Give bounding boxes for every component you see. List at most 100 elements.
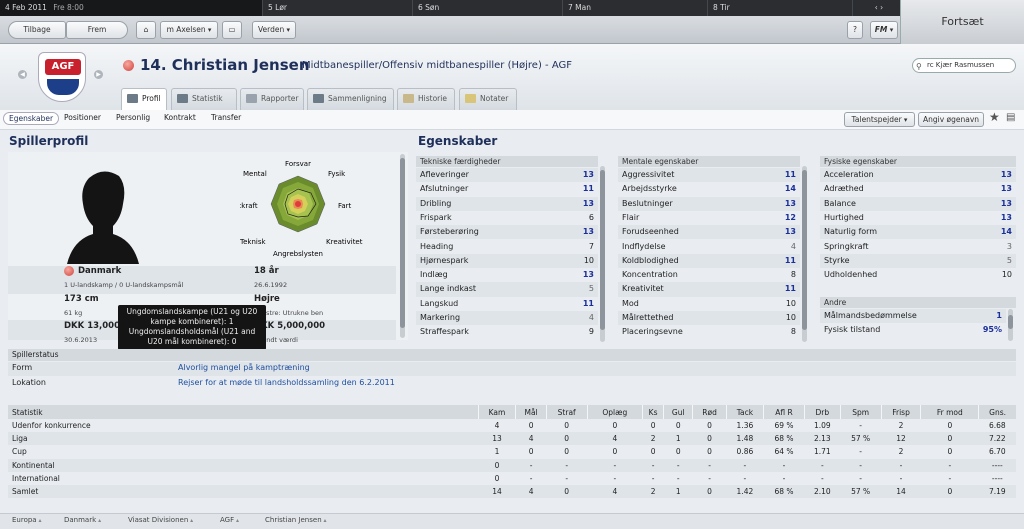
table-row[interactable]: Cup 1 0 0 0 0 0 0 0.86 64 % 1.71 - 2 0 6.70 xyxy=(8,445,1016,458)
home-icon[interactable]: ⌂ xyxy=(136,21,156,39)
attribute-row[interactable]: Markering 4 xyxy=(416,311,598,326)
day-cell[interactable]: 7 Man xyxy=(562,0,707,16)
subtab-transfer[interactable]: Transfer xyxy=(211,113,241,122)
breadcrumb-item[interactable]: Europa xyxy=(12,516,42,524)
status-form-value[interactable]: Alvorlig mangel på kamptræning xyxy=(178,363,310,372)
attribute-row[interactable]: Indflydelse 4 xyxy=(618,240,800,254)
attribute-row[interactable]: Naturlig form 14 xyxy=(820,225,1016,240)
continue-button[interactable]: Fortsæt xyxy=(900,0,1024,44)
day-cell[interactable]: 5 Lør xyxy=(262,0,412,16)
day-cell[interactable]: 8 Tir xyxy=(707,0,852,16)
calendar-arrows[interactable]: ‹ › xyxy=(852,0,900,16)
attribute-row[interactable]: Flair 12 xyxy=(618,211,800,225)
stats-column-header[interactable]: Gns. xyxy=(978,405,1016,419)
attribute-row[interactable]: Heading 7 xyxy=(416,240,598,254)
stats-column-header[interactable]: Drb xyxy=(803,405,841,419)
inbox-icon[interactable]: ▭ xyxy=(222,21,242,39)
subtab-positioner[interactable]: Positioner xyxy=(64,113,101,122)
stats-column-header[interactable]: Afl R xyxy=(763,405,805,419)
attribute-row[interactable]: Hjørnespark 10 xyxy=(416,253,598,269)
attribute-row[interactable]: Styrke 5 xyxy=(820,253,1016,269)
manager-menu[interactable]: m Axelsen xyxy=(160,21,218,39)
scroll-thumb[interactable] xyxy=(600,170,605,330)
subtab-egenskaber[interactable]: Egenskaber xyxy=(3,112,60,125)
attribute-row[interactable]: Afslutninger 11 xyxy=(416,182,598,196)
search-input[interactable]: ⚲ rc Kjær Rasmussen xyxy=(912,58,1016,73)
other-scrollbar[interactable] xyxy=(1008,309,1013,341)
stats-column-header[interactable]: Ks xyxy=(642,405,664,419)
stats-column-header[interactable]: Gul xyxy=(663,405,693,419)
day-cell[interactable]: 6 Søn xyxy=(412,0,562,16)
attribute-row[interactable]: Beslutninger 13 xyxy=(618,196,800,211)
scout-button[interactable]: Talentspejder xyxy=(844,112,915,127)
tab-historie[interactable]: Historie xyxy=(397,88,455,110)
attribute-row[interactable]: Placeringsevne 8 xyxy=(618,325,800,339)
attribute-row[interactable]: Springkraft 3 xyxy=(820,240,1016,254)
star-icon[interactable]: ★ xyxy=(989,110,1000,124)
attribute-row[interactable]: Mod 10 xyxy=(618,297,800,311)
attribute-row[interactable]: Lange indkast 5 xyxy=(416,282,598,297)
forward-button[interactable]: Frem xyxy=(66,21,128,39)
subtab-kontrakt[interactable]: Kontrakt xyxy=(164,113,196,122)
stats-column-header[interactable]: Rød xyxy=(692,405,727,419)
attribute-row[interactable]: Arbejdsstyrke 14 xyxy=(618,182,800,196)
attribute-row[interactable]: Udholdenhed 10 xyxy=(820,268,1016,282)
tab-sammenligning[interactable]: Sammenligning xyxy=(307,88,394,110)
stats-column-header[interactable]: Tack xyxy=(725,405,764,419)
stats-column-header[interactable]: Fr mod xyxy=(920,405,979,419)
subtab-personlig[interactable]: Personlig xyxy=(116,113,150,122)
help-icon[interactable]: ? xyxy=(847,21,863,39)
nickname-button[interactable]: Angiv øgenavn xyxy=(918,112,984,127)
fm-menu[interactable]: FM xyxy=(870,21,898,39)
table-row[interactable]: Samlet 14 4 0 4 2 1 0 1.42 68 % 2.10 57 % 14 0 7.19 xyxy=(8,484,1016,499)
stats-column-header[interactable]: Frisp xyxy=(880,405,921,419)
attribute-row[interactable]: Afleveringer 13 xyxy=(416,168,598,183)
tab-rapporter[interactable]: Rapporter xyxy=(240,88,304,110)
stats-column-header[interactable]: Mål xyxy=(515,405,547,419)
world-menu[interactable]: Verden xyxy=(252,21,296,39)
mental-scrollbar[interactable] xyxy=(802,166,807,342)
attribute-row[interactable]: Førsteberøring 13 xyxy=(416,225,598,240)
attribute-row[interactable]: Adræthed 13 xyxy=(820,182,1016,196)
status-location-value[interactable]: Rejser for at møde til landsholdssamling… xyxy=(178,378,395,387)
table-row[interactable]: International 0- - - - - - - - - - - - ---- xyxy=(8,472,1016,485)
scroll-thumb[interactable] xyxy=(400,158,405,328)
nation[interactable]: Danmark xyxy=(78,266,121,276)
scroll-thumb[interactable] xyxy=(802,170,807,330)
attribute-row[interactable]: Koncentration 8 xyxy=(618,268,800,282)
table-row[interactable]: Liga 13 4 0 4 2 1 0 1.48 68 % 2.13 57 % 12 0 7.22 xyxy=(8,432,1016,446)
attribute-row[interactable]: Målmandsbedømmelse 1 xyxy=(820,309,1006,324)
attribute-row[interactable]: Dribling 13 xyxy=(416,196,598,211)
attribute-row[interactable]: Hurtighed 13 xyxy=(820,211,1016,225)
tab-profil[interactable]: Profil xyxy=(121,88,167,110)
attribute-row[interactable]: Acceleration 13 xyxy=(820,168,1016,183)
attribute-row[interactable]: Målrettethed 10 xyxy=(618,311,800,326)
attribute-row[interactable]: Aggressivitet 11 xyxy=(618,168,800,183)
stats-column-header[interactable]: Straf xyxy=(545,405,588,419)
attribute-row[interactable]: Balance 13 xyxy=(820,196,1016,211)
tab-notater[interactable]: Notater xyxy=(459,88,517,110)
attribute-row[interactable]: Koldblodighed 11 xyxy=(618,253,800,269)
table-row[interactable]: Kontinental 0- - - - - - - - - - - - ---- xyxy=(8,458,1016,472)
tab-statistik[interactable]: Statistik xyxy=(171,88,237,110)
attribute-row[interactable]: Fysisk tilstand 95% xyxy=(820,323,1006,337)
profile-scrollbar[interactable] xyxy=(400,154,405,338)
caps[interactable]: 1 U-landskamp / 0 U-landskampsmål xyxy=(64,281,183,289)
player-position[interactable]: Midtbanespiller/Offensiv midtbanespiller… xyxy=(302,60,572,71)
stats-column-header[interactable]: Oplæg xyxy=(586,405,643,419)
previous-player-icon[interactable]: ◀ xyxy=(18,70,27,79)
technical-scrollbar[interactable] xyxy=(600,166,605,342)
breadcrumb-item[interactable]: Viasat Divisionen xyxy=(128,516,193,524)
table-row[interactable]: Udenfor konkurrence 4 0 0 0 0 0 0 1.36 69 % 1.09 - 2… xyxy=(8,419,1016,432)
back-button[interactable]: Tilbage xyxy=(8,21,66,39)
club-crest[interactable]: AGF xyxy=(38,52,86,102)
next-player-icon[interactable]: ▶ xyxy=(94,70,103,79)
attribute-row[interactable]: Kreativitet 11 xyxy=(618,282,800,297)
shortlist-icon[interactable]: ▤ xyxy=(1006,112,1015,123)
attribute-row[interactable]: Indlæg 13 xyxy=(416,268,598,282)
attribute-row[interactable]: Frispark 6 xyxy=(416,211,598,225)
scroll-thumb[interactable] xyxy=(1008,315,1013,329)
breadcrumb-item[interactable]: Danmark xyxy=(64,516,101,524)
attribute-row[interactable]: Forudseenhed 13 xyxy=(618,225,800,240)
attribute-row[interactable]: Langskud 11 xyxy=(416,297,598,311)
